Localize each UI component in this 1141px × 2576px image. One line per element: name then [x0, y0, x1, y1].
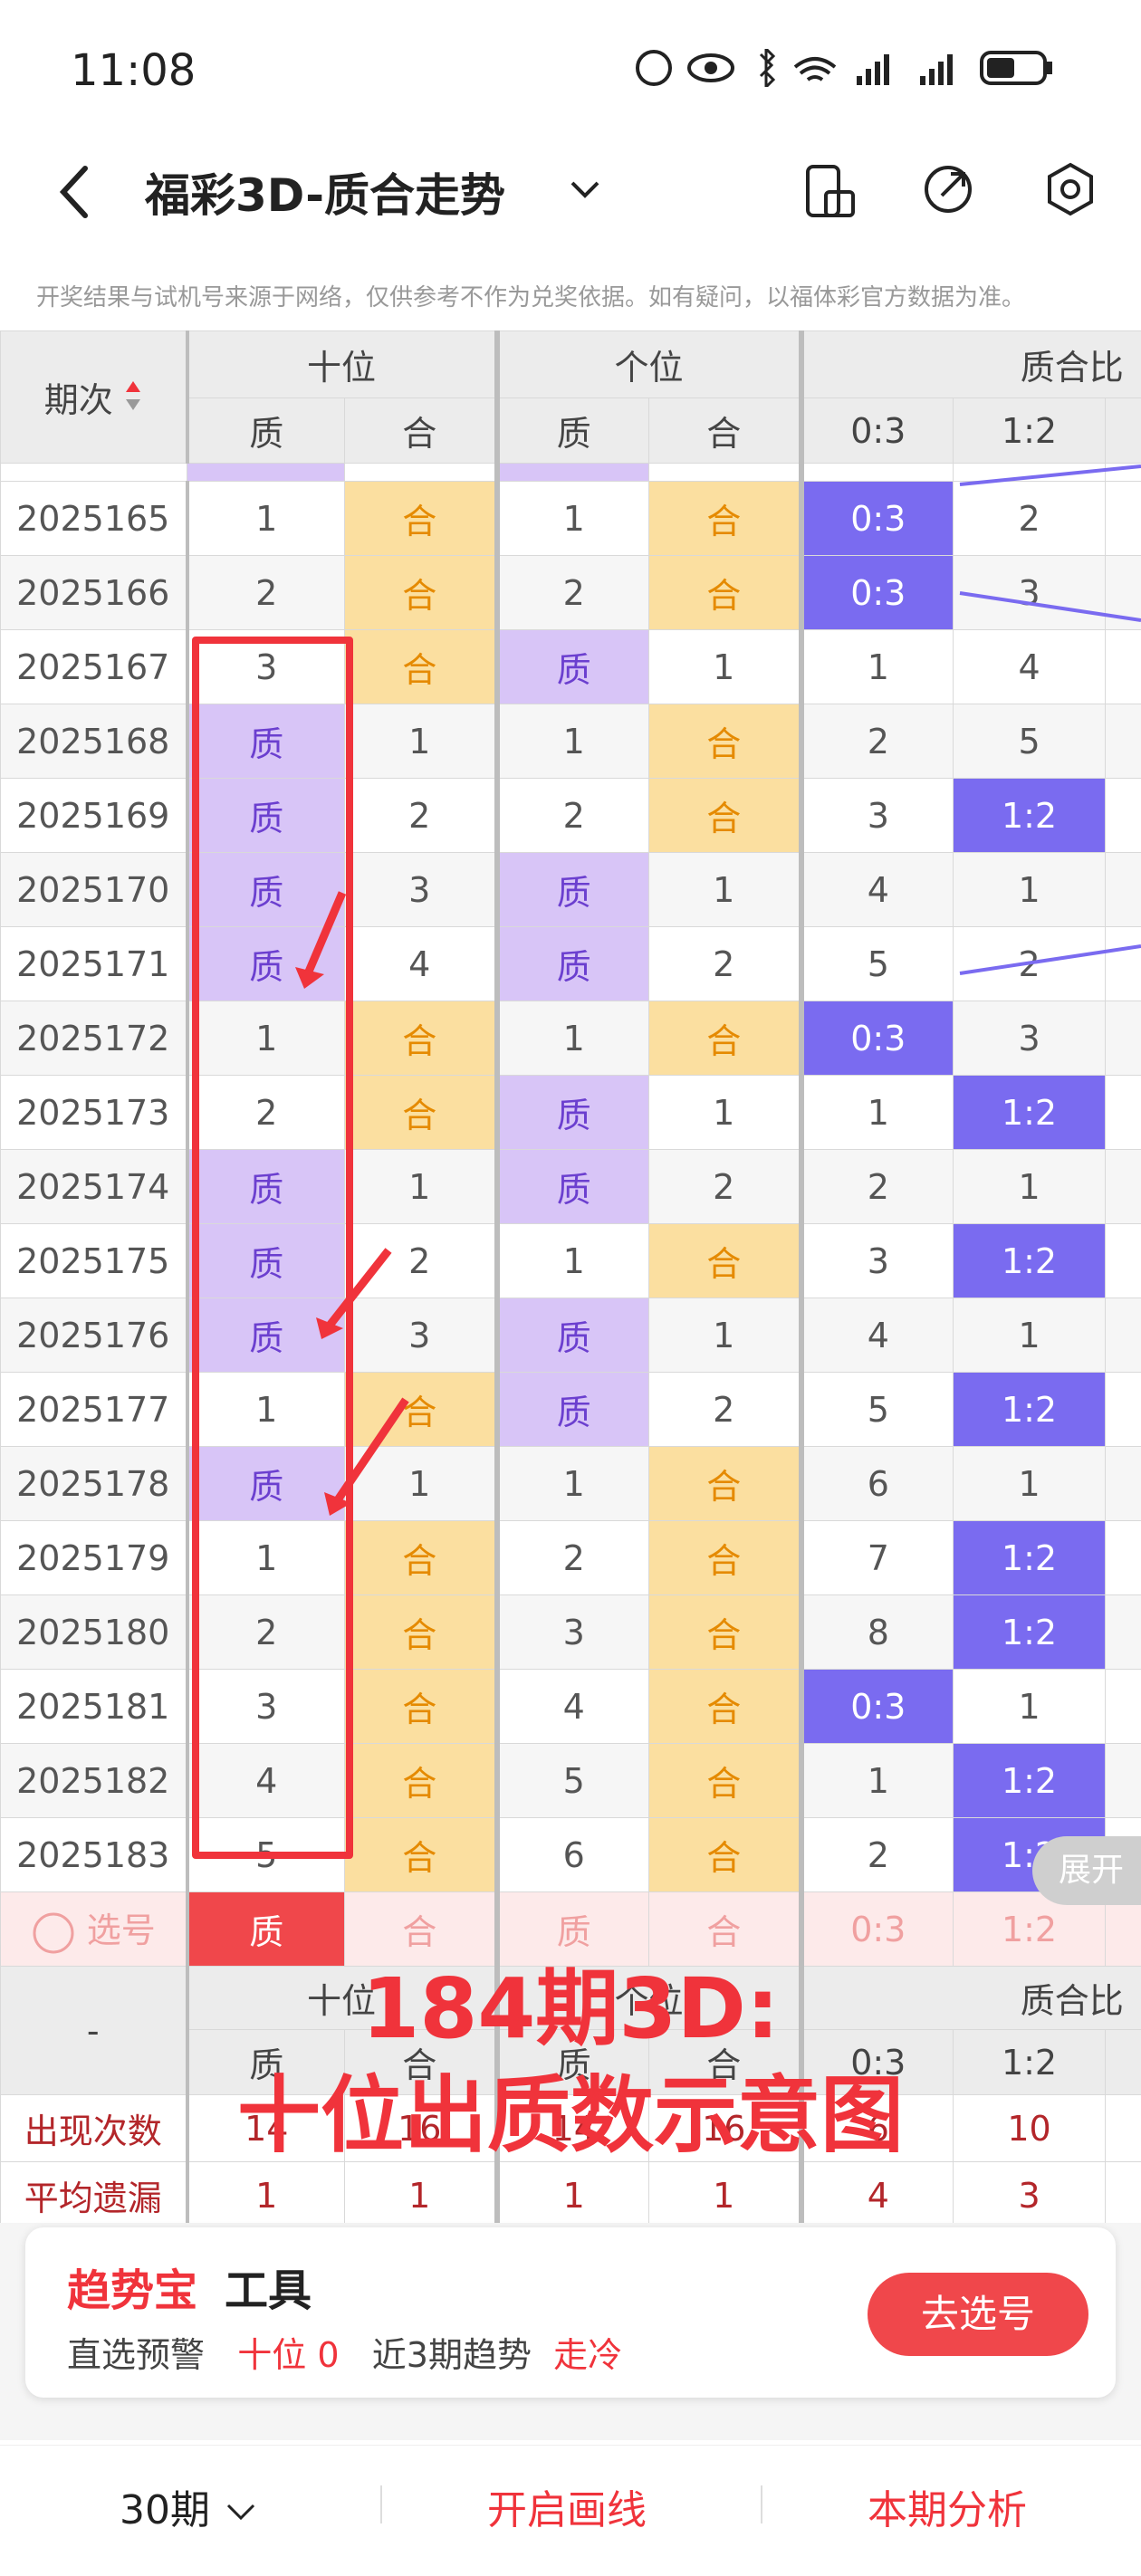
tool-subtitle: 直选预警 十位 0 近3期趋势 走冷 — [67, 2327, 622, 2377]
period-select[interactable]: 30期 — [120, 2477, 259, 2535]
expand-button[interactable]: 展开 — [1032, 1836, 1141, 1905]
screen-rotate-icon[interactable] — [804, 163, 857, 219]
go-pick-button[interactable]: 去选号 — [868, 2273, 1088, 2356]
disclaimer-text: 开奖结果与试机号来源于网络，仅供参考不作为兑奖依据。如有疑问，以福体彩官方数据为… — [36, 279, 1025, 312]
tool-alert-label: 直选预警 — [67, 2335, 205, 2375]
trend-lines — [0, 330, 1141, 2223]
chevron-down-icon — [223, 2500, 259, 2523]
status-icons — [634, 49, 1060, 87]
analysis-button[interactable]: 本期分析 — [868, 2477, 1027, 2535]
annotation-arrow-icon — [290, 887, 353, 996]
page-title[interactable]: 福彩3D-质合走势 — [145, 159, 505, 225]
trend-table[interactable]: 期次 十位个位质合比质合质合0:31:220251651合1合0:3220251… — [0, 330, 1141, 2223]
chevron-down-icon[interactable] — [567, 177, 603, 203]
annotation-arrow-icon — [312, 1245, 394, 1345]
tool-brand: 趋势宝 — [67, 2255, 197, 2318]
tool-trend-label: 近3期趋势 — [372, 2335, 532, 2375]
tool-alert-value: 十位 0 — [237, 2335, 339, 2375]
divider — [380, 2485, 382, 2523]
annotation-arrow-icon — [319, 1394, 413, 1521]
back-arrow-icon[interactable] — [54, 163, 94, 221]
draw-lines-button[interactable]: 开启画线 — [487, 2477, 647, 2535]
tool-name: 工具 — [225, 2255, 312, 2318]
settings-icon[interactable] — [1043, 161, 1098, 217]
divider — [761, 2485, 762, 2523]
period-select-label: 30期 — [120, 2487, 210, 2533]
tool-trend-value: 走冷 — [553, 2335, 622, 2375]
status-time: 11:08 — [71, 45, 196, 96]
share-icon[interactable] — [922, 163, 974, 215]
